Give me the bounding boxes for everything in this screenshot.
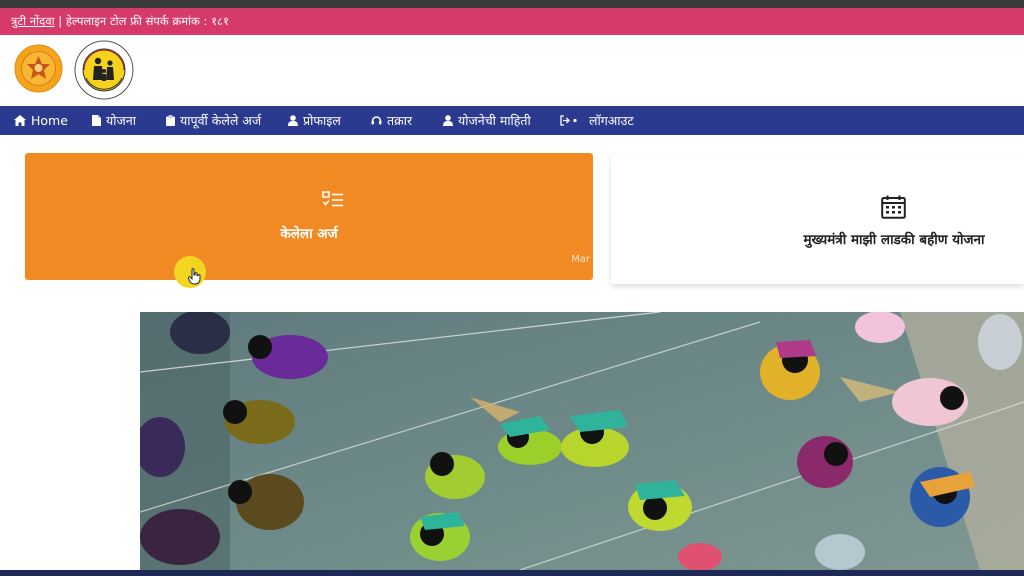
applications-card-label: केलेला अर्ज <box>280 226 338 242</box>
nav-complaint[interactable]: तक्रार <box>371 106 412 135</box>
alert-separator: | <box>58 14 63 28</box>
browser-top-strip <box>0 0 1024 8</box>
nav-profile-label: प्रोफाइल <box>303 113 341 128</box>
hero-banner-image <box>140 312 1024 570</box>
headset-icon <box>371 116 382 125</box>
alert-bar: त्रुटी नोंदवा | हेल्पलाइन टोल फ्री संपर्… <box>0 8 1024 35</box>
nav-schemes[interactable]: योजना <box>92 106 136 135</box>
nav-schemes-label: योजना <box>106 113 136 128</box>
nav-previous-applications-label: यापूर्वी केलेले अर्ज <box>180 113 262 128</box>
nav-logout-label: लॉगआउट <box>589 113 634 128</box>
scheme-card-label: मुख्यमंत्री माझी लाडकी बहीण योजना <box>803 232 985 248</box>
hand-pointer-icon <box>188 268 201 285</box>
applications-card-corner-text: Mar <box>571 254 590 265</box>
maharashtra-govt-emblem <box>14 44 63 93</box>
nav-scheme-info[interactable]: योजनेची माहिती <box>443 106 531 135</box>
nav-profile[interactable]: प्रोफाइल <box>288 106 341 135</box>
scheme-card[interactable]: मुख्यमंत्री माझी लाडकी बहीण योजना <box>611 153 1024 284</box>
nav-previous-applications[interactable]: यापूर्वी केलेले अर्ज <box>166 106 261 135</box>
checklist-icon <box>322 191 343 207</box>
nav-logout[interactable]: लॉगआउट <box>560 106 634 135</box>
logout-icon <box>560 115 577 126</box>
helpline-text: हेल्पलाइन टोल फ्री संपर्क क्रमांक : १८१ <box>65 14 230 28</box>
women-child-development-logo <box>74 40 134 100</box>
clipboard-icon <box>166 115 175 126</box>
nav-home[interactable]: Home <box>14 106 68 135</box>
header-logo-bar <box>0 35 1024 106</box>
taskbar-strip <box>0 570 1024 576</box>
report-error-link[interactable]: त्रुटी नोंदवा <box>11 14 55 28</box>
nav-complaint-label: तक्रार <box>387 113 413 128</box>
calendar-icon <box>881 195 906 219</box>
file-icon <box>92 115 101 126</box>
main-navbar: Home योजना यापूर्वी केलेले अर्ज प्रोफाइल… <box>0 106 1024 135</box>
nav-scheme-info-label: योजनेची माहिती <box>458 113 531 128</box>
user-icon <box>443 115 453 126</box>
user-icon <box>288 115 298 126</box>
home-icon <box>14 115 26 126</box>
applications-card[interactable]: केलेला अर्ज Mar <box>25 153 593 280</box>
nav-home-label: Home <box>31 113 68 128</box>
women-gathering-photo <box>140 312 1024 570</box>
